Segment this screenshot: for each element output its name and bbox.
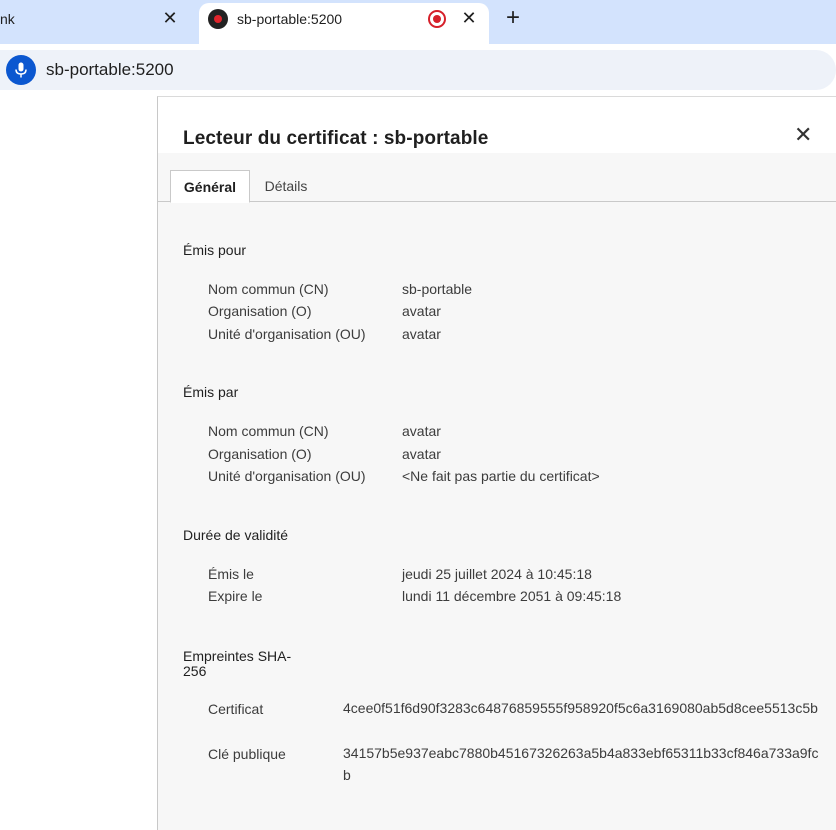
url-text[interactable]: sb-portable:5200	[46, 60, 174, 80]
dialog-title: Lecteur du certificat : sb-portable	[183, 128, 489, 149]
browser-tab-inactive[interactable]: nk ✕	[0, 0, 196, 44]
field-value: avatar	[402, 326, 441, 342]
certificate-fingerprint-value: 4cee0f51f6d90f3283c64876859555f958920f5c…	[343, 700, 818, 716]
field-label: Émis le	[208, 566, 254, 582]
section-issued-by-title: Émis par	[183, 384, 239, 400]
microphone-icon[interactable]	[6, 55, 36, 85]
certificate-viewer-dialog: Lecteur du certificat : sb-portable ✕ Gé…	[157, 96, 836, 830]
recording-icon[interactable]	[428, 10, 446, 28]
section-issued-to-title: Émis pour	[183, 242, 247, 258]
field-value: jeudi 25 juillet 2024 à 10:45:18	[402, 566, 592, 582]
tab-details[interactable]: Détails	[254, 170, 318, 202]
field-label: Expire le	[208, 588, 263, 604]
field-value: avatar	[402, 303, 441, 319]
field-label: Certificat	[208, 701, 264, 717]
section-fingerprints-title: Empreintes SHA-256	[183, 648, 292, 679]
field-value: avatar	[402, 446, 441, 462]
field-value: avatar	[402, 423, 441, 439]
dialog-header: Lecteur du certificat : sb-portable ✕	[158, 97, 836, 153]
browser-tab-active[interactable]: sb-portable:5200 ✕	[199, 3, 489, 44]
site-favicon-icon	[208, 9, 228, 29]
field-value: <Ne fait pas partie du certificat>	[402, 468, 600, 484]
section-validity-title: Durée de validité	[183, 527, 289, 543]
address-bar[interactable]: sb-portable:5200	[0, 50, 836, 90]
field-value: lundi 11 décembre 2051 à 09:45:18	[402, 588, 622, 604]
tab-general[interactable]: Général	[170, 170, 250, 203]
tab-strip: nk ✕ sb-portable:5200 ✕ +	[0, 0, 836, 44]
field-label: Clé publique	[208, 746, 286, 762]
close-icon[interactable]: ✕	[161, 9, 179, 27]
close-icon[interactable]: ✕	[460, 9, 478, 27]
close-icon[interactable]: ✕	[794, 124, 812, 146]
field-label: Unité d'organisation (OU)	[208, 326, 366, 342]
field-label: Nom commun (CN)	[208, 281, 329, 297]
new-tab-button[interactable]: +	[501, 6, 525, 31]
public-key-fingerprint-value: 34157b5e937eabc7880b45167326263a5b4a833e…	[343, 745, 819, 783]
tab-title: sb-portable:5200	[237, 11, 343, 27]
tab-title: nk	[0, 11, 15, 27]
field-label: Organisation (O)	[208, 446, 312, 462]
field-label: Nom commun (CN)	[208, 423, 329, 439]
field-value: sb-portable	[402, 281, 473, 297]
field-label: Organisation (O)	[208, 303, 312, 319]
dialog-tabs: Général Détails	[158, 170, 836, 203]
field-label: Unité d'organisation (OU)	[208, 468, 366, 484]
toolbar: sb-portable:5200	[0, 44, 836, 96]
